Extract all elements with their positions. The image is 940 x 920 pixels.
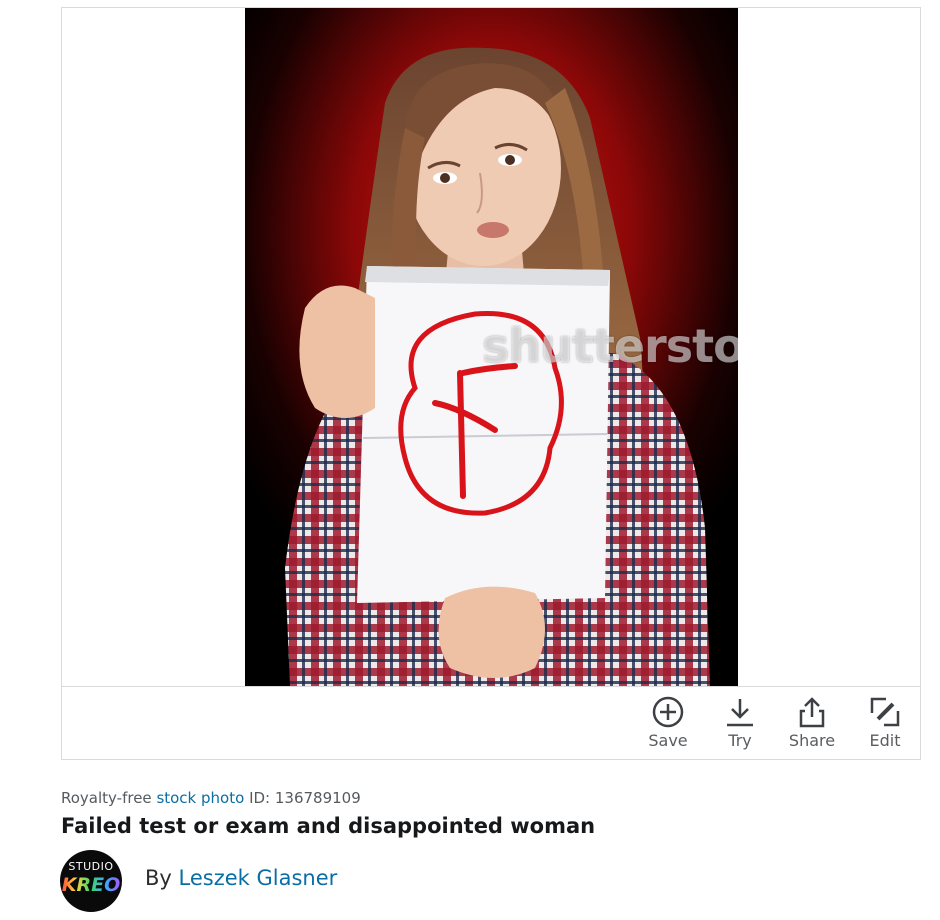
image-card: shutterstock Save Try [61,7,921,760]
action-bar: Save Try Share Edit [62,686,920,761]
stock-photo[interactable]: shutterstock [245,8,738,686]
edit-button[interactable]: Edit [855,695,915,755]
meta-prefix: Royalty-free [61,789,152,807]
share-label: Share [788,731,836,750]
avatar-logo-bottom: KREO [61,874,121,896]
save-button[interactable]: Save [638,695,698,755]
try-label: Try [728,731,752,750]
image-id: 136789109 [274,789,361,807]
watermark-text: shutterstock [482,319,738,373]
download-icon [710,695,770,729]
photo-area: shutterstock [62,8,920,686]
share-icon [782,695,842,729]
save-label: Save [648,731,688,750]
edit-icon [855,695,915,729]
image-meta: Royalty-free stock photo ID: 136789109 [61,789,361,807]
share-button[interactable]: Share [782,695,842,755]
try-button[interactable]: Try [710,695,770,755]
stock-photo-link[interactable]: stock photo [156,789,244,807]
id-label: ID: [249,789,271,807]
contributor-name-link[interactable]: Leszek Glasner [179,866,338,890]
avatar-logo-top: STUDIO [68,860,114,873]
image-title: Failed test or exam and disappointed wom… [61,814,596,838]
by-label: By [145,866,172,890]
edit-label: Edit [869,731,901,750]
contributor-avatar[interactable]: STUDIO KREO [60,850,122,912]
plus-circle-icon [638,695,698,729]
contributor-byline: By Leszek Glasner [145,866,337,890]
